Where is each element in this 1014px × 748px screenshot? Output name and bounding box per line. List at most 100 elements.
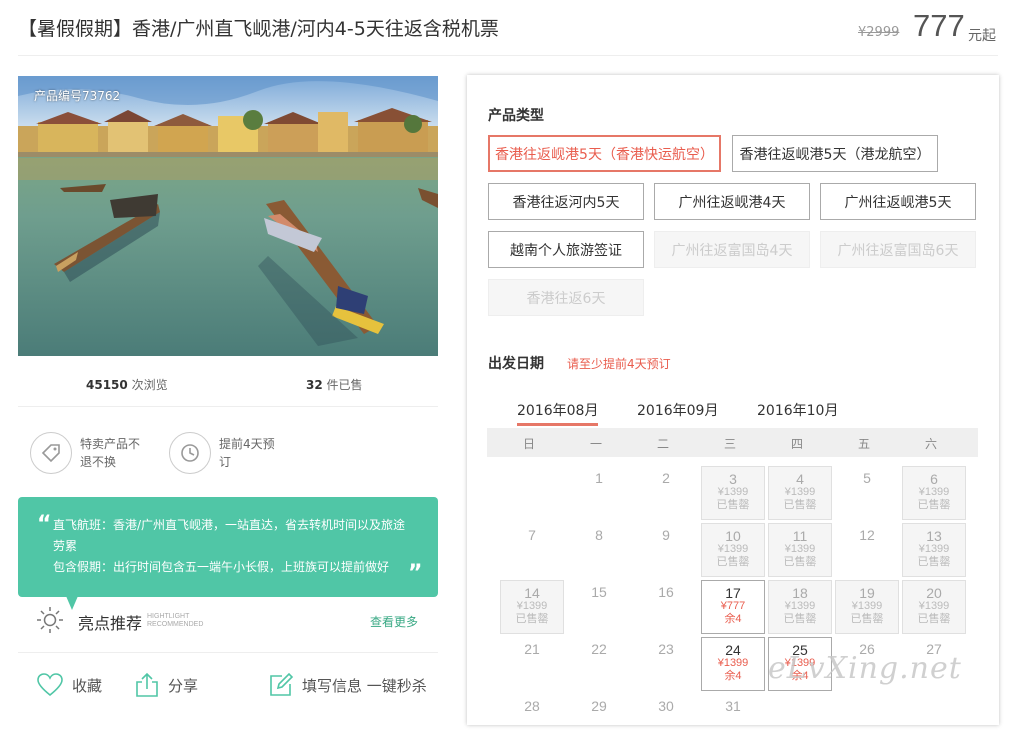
sold-count: 32 — [306, 378, 323, 392]
day-number: 15 — [591, 584, 607, 600]
calendar-day: 4 ¥1399 已售罄 — [768, 466, 832, 520]
views-stat: 45150 次浏览 — [86, 376, 168, 393]
calendar-day: 18 ¥1399 已售罄 — [768, 580, 832, 634]
product-photo[interactable]: 产品编号73762 — [18, 76, 438, 356]
type-option[interactable]: 香港往返河内5天 — [488, 183, 644, 220]
calendar-day: 12 — [835, 523, 899, 577]
day-number: 1 — [595, 470, 603, 486]
day-number: 19 — [859, 585, 875, 601]
type-option[interactable]: 广州往返富国岛4天 — [654, 231, 810, 268]
day-number: 30 — [658, 698, 674, 714]
weekday-label: 四 — [791, 437, 804, 451]
calendar-day: 30 — [634, 694, 698, 748]
day-price: ¥1399 — [516, 600, 548, 612]
feature-text: 特卖产品不退不换 — [80, 437, 141, 469]
calendar-day: 21 — [500, 637, 564, 691]
calendar-day: 5 — [835, 466, 899, 520]
type-option-label: 香港往返岘港5天（香港快运航空） — [495, 146, 714, 163]
day-price: ¥1399 — [784, 486, 816, 498]
day-number: 31 — [725, 698, 741, 714]
day-number: 5 — [863, 470, 871, 486]
day-price: ¥1399 — [851, 600, 883, 612]
highlight-title: 亮点推荐 — [78, 614, 143, 633]
type-option-label: 香港往返岘港5天（港龙航空） — [739, 146, 931, 163]
clock-history-icon — [169, 432, 211, 474]
close-quote-icon: ” — [408, 561, 423, 586]
current-price: 777 — [913, 8, 965, 43]
page-title: 【暑假假期】香港/广州直飞岘港/河内4-5天往返含税机票 — [18, 18, 499, 40]
day-number: 20 — [926, 585, 942, 601]
tab-month[interactable]: 2016年09月 — [637, 400, 718, 420]
type-option-label: 广州往返富国岛6天 — [837, 242, 959, 259]
day-status: 已售罄 — [783, 613, 817, 625]
day-number: 29 — [591, 698, 607, 714]
calendar-day: 29 — [567, 694, 631, 748]
day-number: 6 — [930, 471, 938, 487]
day-number: 21 — [524, 641, 540, 657]
tab-month-label: 2016年08月 — [517, 403, 599, 419]
product-code: 产品编号73762 — [34, 89, 121, 103]
product-type-title: 产品类型 — [488, 108, 544, 124]
departure-title: 出发日期 — [488, 356, 544, 372]
day-price: ¥1399 — [717, 657, 749, 669]
type-option-label: 香港往返河内5天 — [512, 194, 620, 211]
share-button[interactable]: 分享 — [134, 672, 198, 698]
share-icon — [136, 672, 158, 697]
calendar-day: 19 ¥1399 已售罄 — [835, 580, 899, 634]
highlight-en-line: HIGHTLIGHT — [147, 613, 190, 620]
day-price: ¥1399 — [918, 486, 950, 498]
day-status: 已售罄 — [917, 613, 951, 625]
day-status: 已售罄 — [716, 556, 750, 568]
open-quote-icon: “ — [37, 512, 52, 537]
type-option[interactable]: 广州往返岘港4天 — [654, 183, 810, 220]
calendar-day: 6 ¥1399 已售罄 — [902, 466, 966, 520]
calendar-day: 31 — [701, 694, 765, 748]
weekday-label: 三 — [724, 437, 737, 451]
weekday-label: 一 — [590, 437, 603, 451]
see-more-link[interactable]: 查看更多 — [370, 613, 418, 630]
tab-month[interactable]: 2016年08月 — [517, 400, 599, 426]
river-town-image — [18, 76, 438, 356]
calendar-day: 8 — [567, 523, 631, 577]
type-option[interactable]: 越南个人旅游签证 — [488, 231, 644, 268]
type-option[interactable]: 香港往返岘港5天（香港快运航空） — [488, 135, 721, 172]
day-number: 17 — [725, 585, 741, 601]
day-number: 9 — [662, 527, 670, 543]
calendar-day: 2 — [634, 466, 698, 520]
divider — [18, 406, 438, 407]
original-price: ¥2999 — [858, 25, 900, 40]
day-number: 10 — [725, 528, 741, 544]
day-number: 2 — [662, 470, 670, 486]
tab-month[interactable]: 2016年10月 — [757, 400, 838, 420]
edit-icon — [270, 672, 294, 696]
type-option-label: 越南个人旅游签证 — [510, 242, 622, 259]
day-status: 已售罄 — [716, 499, 750, 511]
day-number: 18 — [792, 585, 808, 601]
calendar-day: 3 ¥1399 已售罄 — [701, 466, 765, 520]
sold-stat: 32 件已售 — [306, 376, 363, 393]
day-status: 已售罄 — [515, 613, 549, 625]
type-option[interactable]: 广州往返岘港5天 — [820, 183, 976, 220]
day-status: 已售罄 — [917, 556, 951, 568]
calendar-day[interactable]: 24 ¥1399 余4 — [701, 637, 765, 691]
fill-info-button[interactable]: 填写信息 一键秒杀 — [268, 672, 427, 698]
day-number: 16 — [658, 584, 674, 600]
favorite-label: 收藏 — [72, 676, 103, 695]
type-option[interactable]: 香港往返6天 — [488, 279, 644, 316]
highlight-line: 包含假期：出行时间包含五一端午小长假，上班族可以提前做好 — [53, 560, 390, 574]
views-label: 次浏览 — [131, 378, 168, 392]
calendar-day: 10 ¥1399 已售罄 — [701, 523, 765, 577]
type-option-label: 广州往返岘港4天 — [678, 194, 786, 211]
day-number: 24 — [725, 642, 741, 658]
day-status: 余4 — [724, 670, 742, 682]
tab-month-label: 2016年10月 — [757, 403, 839, 419]
type-option[interactable]: 香港往返岘港5天（港龙航空） — [732, 135, 938, 172]
day-number: 4 — [796, 471, 804, 487]
calendar-day[interactable]: 17 ¥777 余4 — [701, 580, 765, 634]
day-status: 余4 — [724, 613, 742, 625]
day-price: ¥1399 — [918, 543, 950, 555]
feature-no-refund: 特卖产品不退不换 — [30, 432, 146, 474]
type-option[interactable]: 广州往返富国岛6天 — [820, 231, 976, 268]
day-number: 13 — [926, 528, 942, 544]
favorite-button[interactable]: 收藏 — [36, 672, 102, 698]
